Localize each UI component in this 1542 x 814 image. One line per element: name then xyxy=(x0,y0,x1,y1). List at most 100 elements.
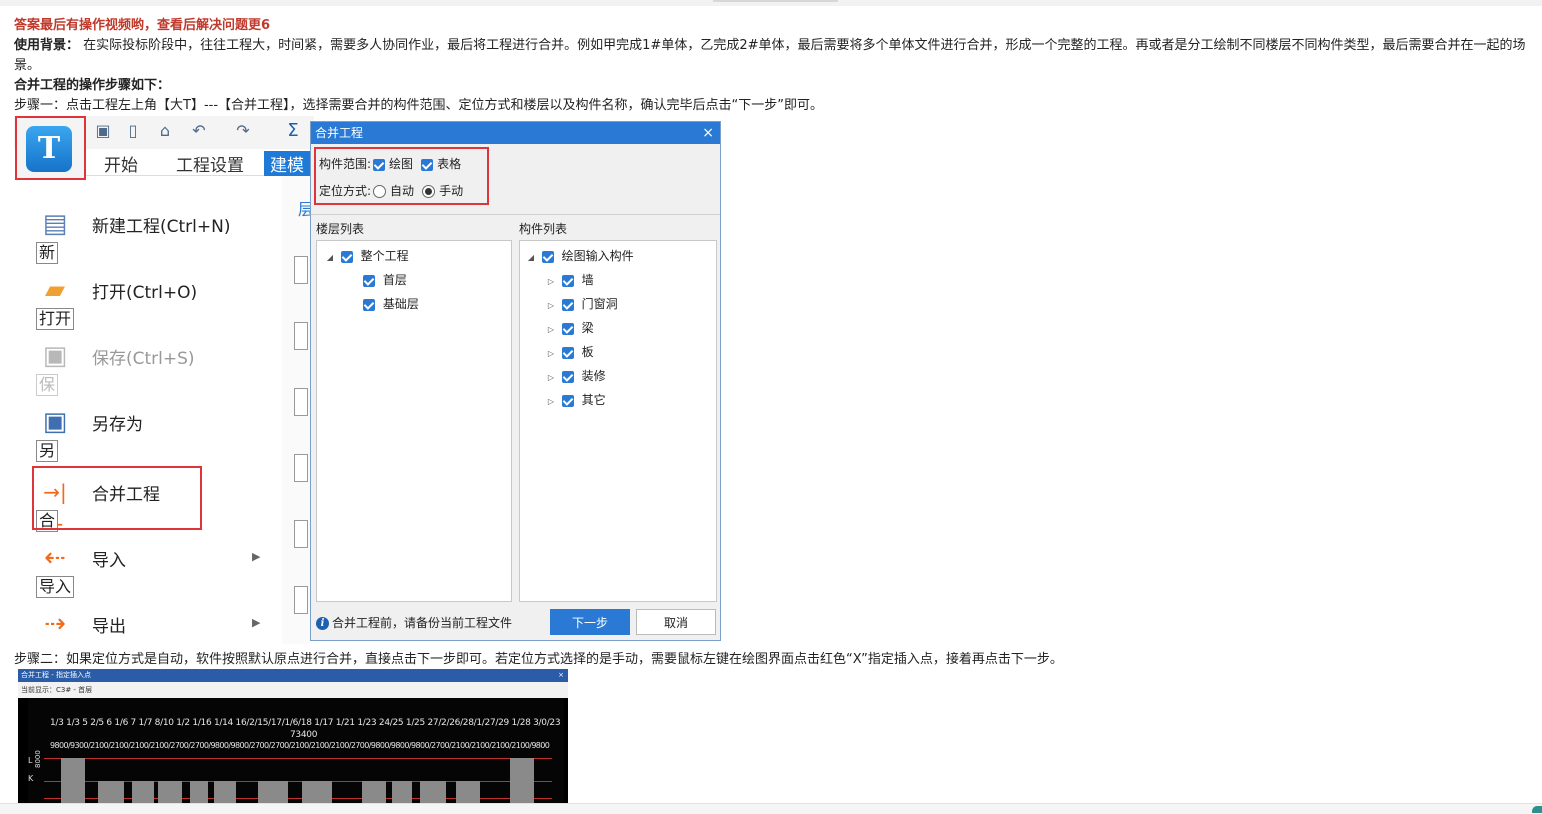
floor-label: 首层 xyxy=(382,273,407,287)
floating-widget-icon[interactable] xyxy=(1532,806,1542,813)
component-root-label: 绘图输入构件 xyxy=(561,249,634,263)
document-body: 答案最后有操作视频哟，查看后解决问题更6 使用背景： 在实际投标阶段中，往往工程… xyxy=(14,16,1529,116)
axis-numbers-top: 1/3 1/3 5 2/5 6 1/6 7 1/7 8/10 1/2 1/16 … xyxy=(50,718,561,728)
wall-block xyxy=(132,781,154,803)
wall-block xyxy=(392,781,412,803)
menu-item-import[interactable]: ⇠ 导入 ▶ 导入 xyxy=(14,542,282,602)
menu-tooltip: 新 xyxy=(36,242,59,264)
floor-node[interactable]: 基础层 xyxy=(361,293,419,315)
checkbox[interactable] xyxy=(561,346,574,359)
big-t-logo-icon[interactable]: T xyxy=(26,126,72,172)
axis-label-k: K xyxy=(28,774,34,783)
wall-block xyxy=(420,781,446,803)
steps-heading: 合并工程的操作步骤如下： xyxy=(14,78,171,93)
redo-icon[interactable]: ↷ xyxy=(234,122,252,140)
floor-root-label: 整个工程 xyxy=(360,249,409,263)
close-icon[interactable]: × xyxy=(702,122,714,144)
checkbox[interactable] xyxy=(363,298,375,311)
drawing-canvas[interactable]: 1/3 1/3 5 2/5 6 1/6 7 1/7 8/10 1/2 1/16 … xyxy=(28,698,564,803)
grid-line xyxy=(44,758,552,759)
background-paragraph: 使用背景： 在实际投标阶段中，往往工程大，时间紧，需要多人协同作业，最后将工程进… xyxy=(14,36,1529,76)
position-auto-label: 自动 xyxy=(390,184,415,198)
checkbox[interactable] xyxy=(561,274,574,287)
save-icon[interactable]: ▣ xyxy=(94,122,112,140)
component-node[interactable]: ▷ 其它 xyxy=(546,389,606,411)
position-manual-radio[interactable] xyxy=(422,185,436,198)
floor-node[interactable]: 首层 xyxy=(361,269,407,291)
menu-item-export[interactable]: ⇢ 导出 ▶ xyxy=(14,608,282,644)
menu-tooltip: 导入 xyxy=(36,576,75,598)
undo-icon[interactable]: ↶ xyxy=(190,122,208,140)
collapsed-triangle-icon[interactable]: ▷ xyxy=(546,391,556,413)
position-auto-radio[interactable] xyxy=(373,185,387,198)
bottom-bar xyxy=(0,803,1542,814)
big-t-highlight: T xyxy=(15,116,86,180)
tab-project-settings[interactable]: 工程设置 xyxy=(176,151,244,176)
checkbox[interactable] xyxy=(363,274,375,287)
screenshot-insert-point: 合并工程 - 指定插入点 × 当前显示：C3# - 首层 1/3 1/3 5 2… xyxy=(18,669,568,803)
component-label: 门窗洞 xyxy=(581,297,618,311)
scope-draw-checkbox[interactable] xyxy=(373,158,386,171)
menu-label: 新建工程(Ctrl+N) xyxy=(92,217,231,237)
next-button[interactable]: 下一步 xyxy=(550,609,630,635)
collapsed-triangle-icon[interactable]: ▷ xyxy=(546,271,556,293)
open-folder-icon[interactable]: ⌂ xyxy=(156,122,174,140)
collapsed-triangle-icon[interactable]: ▷ xyxy=(546,319,556,341)
tab-modeling[interactable]: 建模 xyxy=(264,151,310,176)
background-label: 使用背景： xyxy=(14,38,80,53)
headline: 答案最后有操作视频哟，查看后解决问题更6 xyxy=(14,18,271,33)
new-doc-icon: ▤ xyxy=(42,209,68,239)
options-highlight: 构件范围: 绘图 表格 定位方式: 自动 手动 xyxy=(314,147,489,205)
menu-tooltip: 打开 xyxy=(36,308,75,330)
position-manual-label: 手动 xyxy=(439,184,464,198)
tab-start[interactable]: 开始 xyxy=(104,151,138,176)
component-node[interactable]: ▷ 装修 xyxy=(546,365,606,387)
expanded-triangle-icon[interactable]: ◢ xyxy=(325,247,335,269)
doc-icon xyxy=(294,586,308,614)
menu-tooltip: 另 xyxy=(36,440,59,462)
checkbox[interactable] xyxy=(561,394,574,407)
wall-block xyxy=(214,781,236,803)
save-icon: ▣ xyxy=(42,341,68,371)
menu-item-save[interactable]: ▣ 保存(Ctrl+S) 保 xyxy=(14,340,282,400)
checkbox[interactable] xyxy=(541,250,554,263)
sigma-icon[interactable]: Σ xyxy=(284,122,302,140)
menu-item-open[interactable]: ▰ 打开(Ctrl+O) 打开 xyxy=(14,274,282,334)
component-node[interactable]: ▷ 门窗洞 xyxy=(546,293,618,315)
collapsed-triangle-icon[interactable]: ▷ xyxy=(546,367,556,389)
menu-item-save-as[interactable]: ▣ 另存为 另 xyxy=(14,406,282,466)
component-node[interactable]: ▷ 板 xyxy=(546,341,594,363)
scope-label: 构件范围: xyxy=(319,157,372,171)
wall-block xyxy=(456,781,480,803)
scope-draw-label: 绘图 xyxy=(389,157,414,171)
submenu-arrow-icon: ▶ xyxy=(252,550,261,563)
close-icon[interactable]: × xyxy=(558,669,564,682)
component-node[interactable]: ▷ 墙 xyxy=(546,269,594,291)
doc-icon xyxy=(294,322,308,350)
collapsed-triangle-icon[interactable]: ▷ xyxy=(546,295,556,317)
scroll-tab[interactable] xyxy=(713,0,838,2)
scope-table-label: 表格 xyxy=(437,157,462,171)
menu-item-new-project[interactable]: ▤ 新建工程(Ctrl+N) 新 xyxy=(14,208,282,268)
checkbox[interactable] xyxy=(561,370,574,383)
component-node[interactable]: ▷ 梁 xyxy=(546,317,594,339)
dialog-titlebar: 合并工程 × xyxy=(311,122,720,144)
checkbox[interactable] xyxy=(561,322,574,335)
new-file-icon[interactable]: ▯ xyxy=(124,122,142,140)
collapsed-triangle-icon[interactable]: ▷ xyxy=(546,343,556,365)
component-node-root[interactable]: ◢ 绘图输入构件 xyxy=(526,245,634,267)
divider xyxy=(311,214,720,215)
menu-label: 导出 xyxy=(92,617,126,637)
checkbox[interactable] xyxy=(561,298,574,311)
wall-block xyxy=(61,758,85,803)
component-label: 梁 xyxy=(581,321,594,335)
checkbox[interactable] xyxy=(340,250,353,263)
floor-node-root[interactable]: ◢ 整个工程 xyxy=(325,245,409,267)
component-list: ◢ 绘图输入构件 ▷ 墙 ▷ 门窗洞 ▷ 梁 ▷ 板 ▷ 装修 ▷ 其它 xyxy=(519,240,717,602)
total-dimension: 73400 xyxy=(290,730,318,740)
scope-table-checkbox[interactable] xyxy=(421,158,434,171)
cancel-button[interactable]: 取消 xyxy=(636,609,716,635)
expanded-triangle-icon[interactable]: ◢ xyxy=(526,247,536,269)
doc-icon xyxy=(294,256,308,284)
insert-window-titlebar: 合并工程 - 指定插入点 × xyxy=(18,669,568,682)
